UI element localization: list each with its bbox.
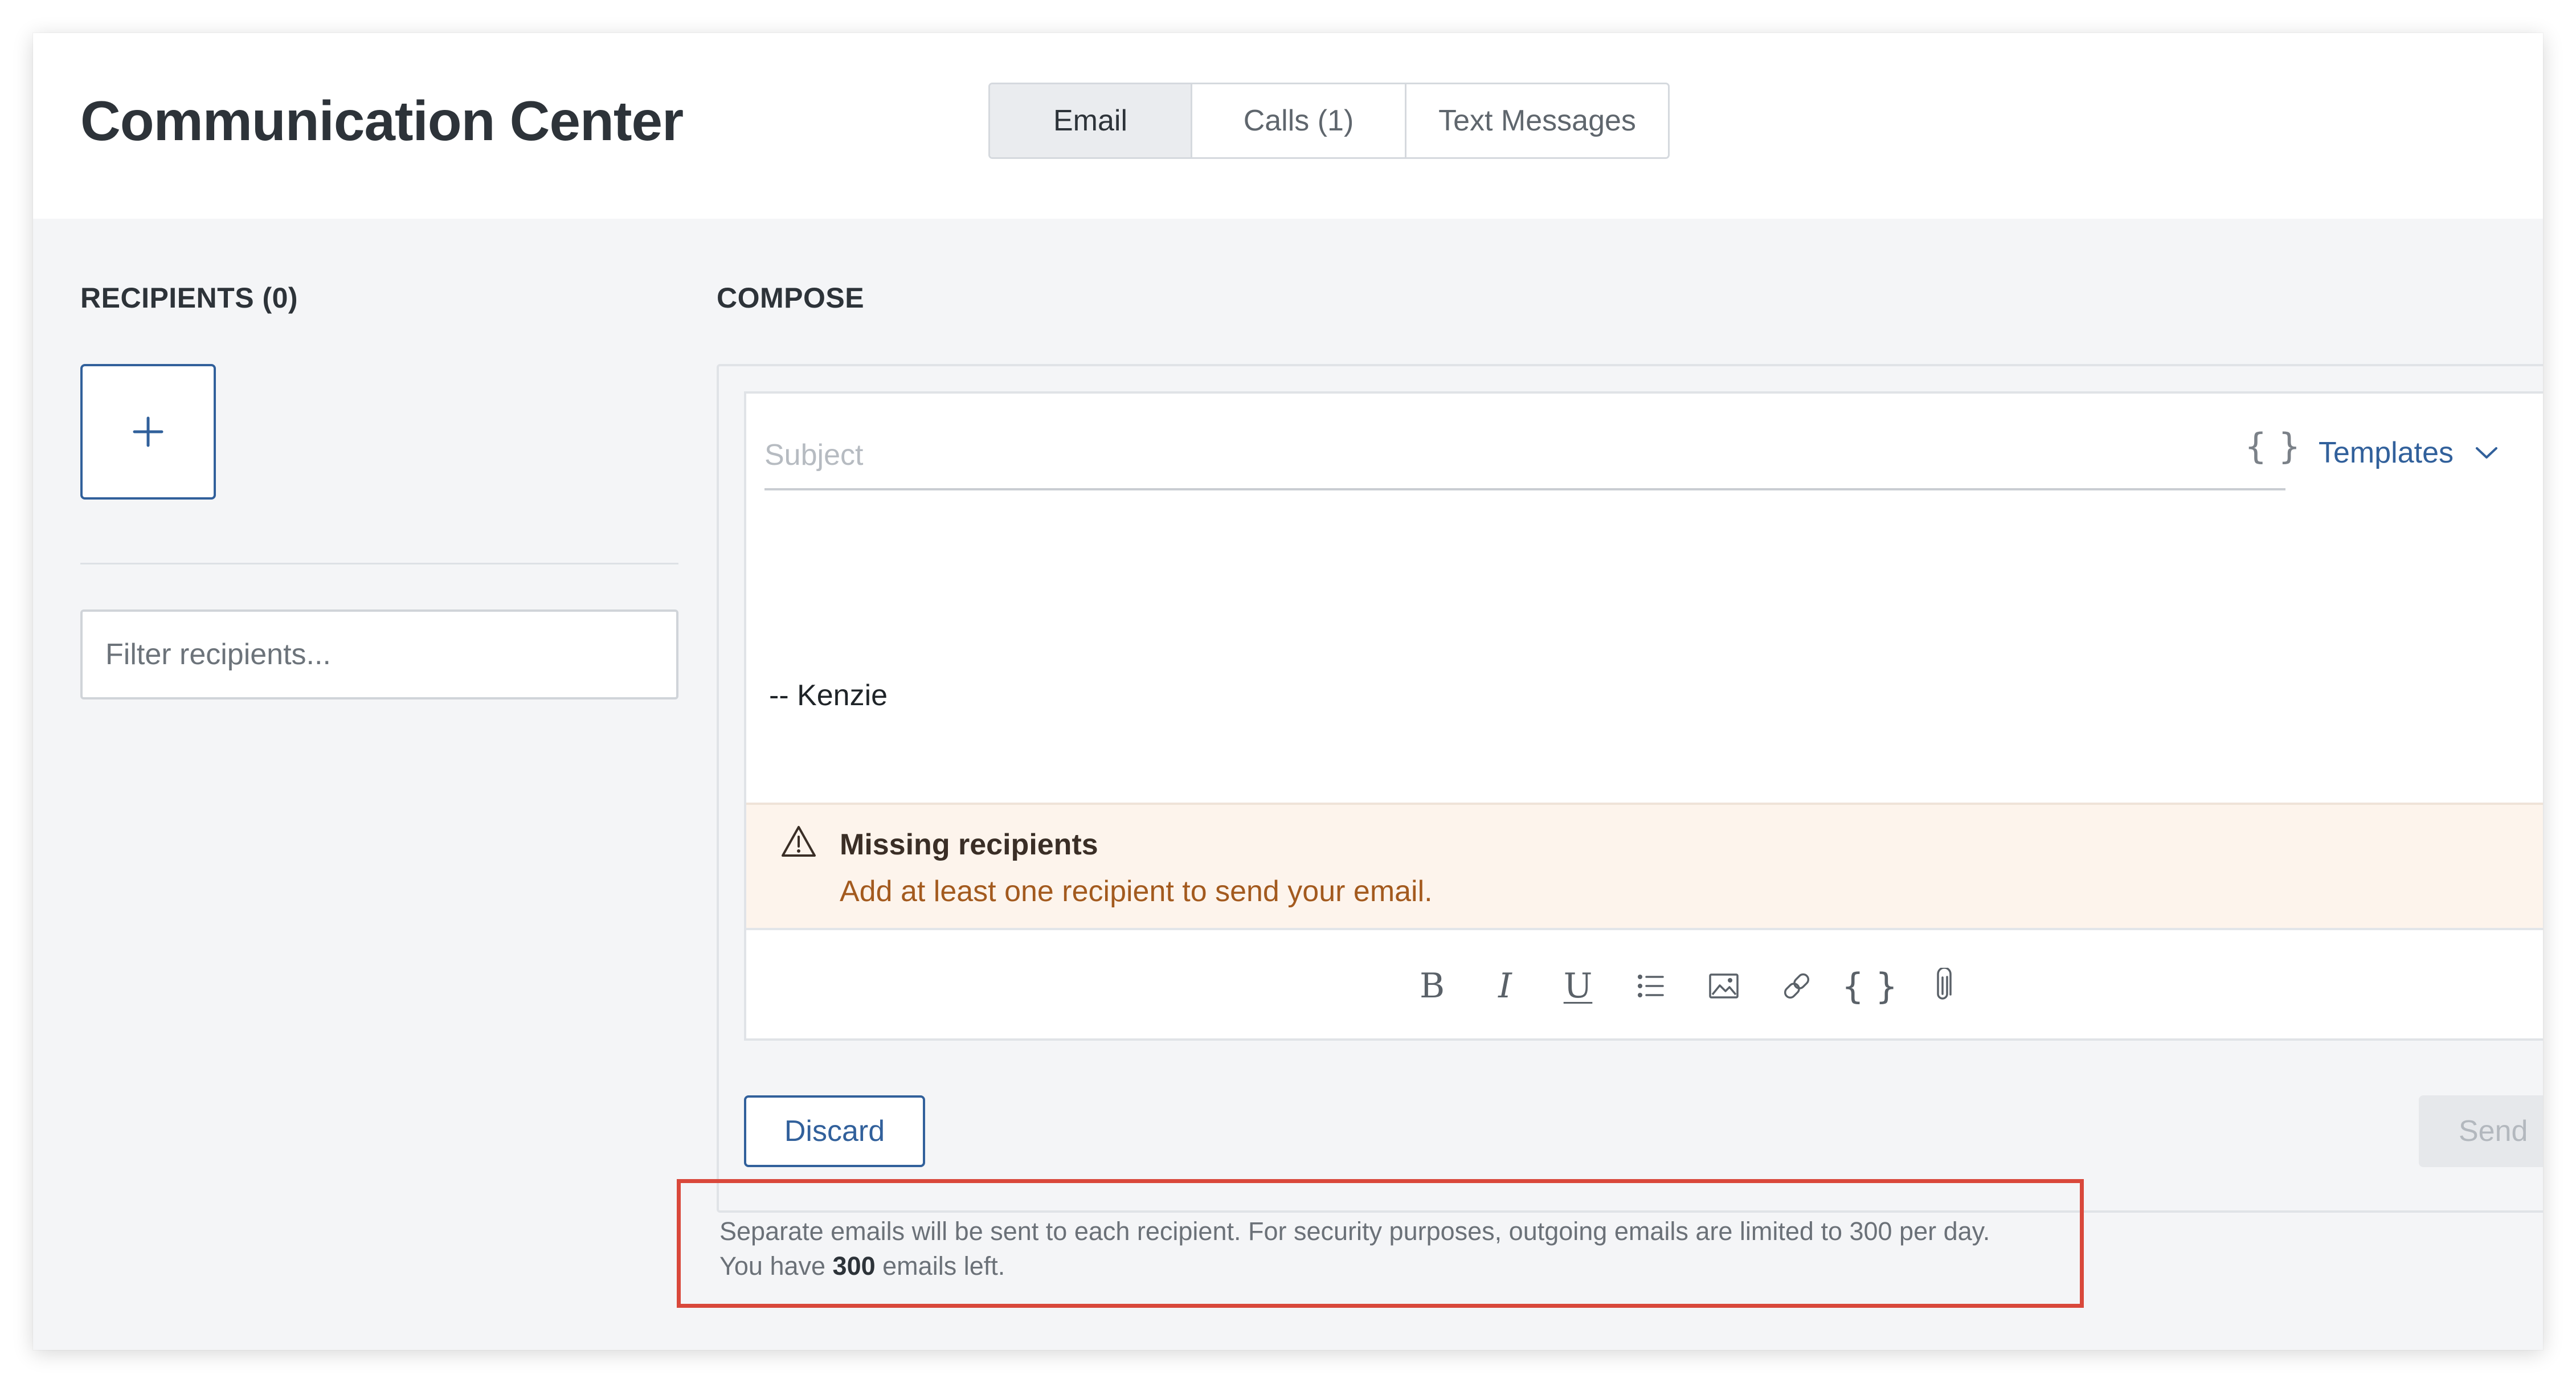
attach-file-button[interactable] <box>1906 952 1979 1020</box>
emails-remaining-count: 300 <box>832 1251 876 1280</box>
add-recipient-button[interactable] <box>80 364 216 500</box>
bulleted-list-button[interactable] <box>1614 952 1687 1020</box>
email-editor: { } Templates -- Kenzie Missing recipien… <box>744 391 2543 1041</box>
link-icon <box>1784 973 1810 999</box>
notice-prefix: You have <box>719 1251 826 1280</box>
email-body-signature[interactable]: -- Kenzie <box>769 678 888 713</box>
recipients-heading: RECIPIENTS (0) <box>80 282 299 314</box>
subject-input[interactable] <box>764 422 2285 490</box>
bulleted-list-icon <box>1638 975 1664 997</box>
image-icon <box>1709 973 1739 999</box>
insert-variable-toolbar-button[interactable]: { } <box>1833 952 1906 1020</box>
filter-recipients-input[interactable] <box>80 609 678 699</box>
recipients-divider <box>80 563 678 564</box>
templates-dropdown[interactable]: Templates <box>2319 430 2498 476</box>
tab-calls[interactable]: Calls (1) <box>1191 84 1405 157</box>
warning-triangle-icon <box>782 826 816 857</box>
bold-button[interactable]: B <box>1396 952 1469 1020</box>
insert-link-button[interactable] <box>1760 952 1833 1020</box>
discard-button[interactable]: Discard <box>744 1095 925 1167</box>
tab-email[interactable]: Email <box>990 84 1191 157</box>
formatting-toolbar: B I U {} <box>1396 952 1979 1020</box>
notice-line-1: Separate emails will be sent to each rec… <box>719 1217 1990 1246</box>
send-button[interactable]: Send <box>2419 1095 2543 1167</box>
insert-image-button[interactable] <box>1687 952 1760 1020</box>
insert-variable-button[interactable]: { } <box>2244 425 2301 477</box>
channel-tabs: Email Calls (1) Text Messages <box>988 83 1670 159</box>
email-limit-notice: Separate emails will be sent to each rec… <box>677 1179 2084 1308</box>
templates-label: Templates <box>2319 436 2454 469</box>
alert-message: Add at least one recipient to send your … <box>840 875 1433 908</box>
tab-text-messages[interactable]: Text Messages <box>1405 84 1668 157</box>
underline-button[interactable]: U <box>1541 952 1614 1020</box>
plus-icon <box>133 416 163 447</box>
notice-suffix: emails left. <box>882 1251 1005 1280</box>
compose-panel: { } Templates -- Kenzie Missing recipien… <box>717 364 2543 1213</box>
page-title: Communication Center <box>80 89 684 152</box>
compose-heading: COMPOSE <box>717 282 865 314</box>
communication-center-window: Communication Center Email Calls (1) Tex… <box>33 33 2543 1350</box>
missing-recipients-alert: Missing recipients Add at least one reci… <box>746 803 2543 930</box>
paperclip-icon <box>1937 968 1952 1000</box>
italic-button[interactable]: I <box>1469 952 1541 1020</box>
header: Communication Center Email Calls (1) Tex… <box>33 33 2543 219</box>
notice-line-2: You have 300 emails left. <box>719 1249 2080 1283</box>
alert-title: Missing recipients <box>840 828 1098 861</box>
chevron-down-icon <box>2476 447 2497 459</box>
